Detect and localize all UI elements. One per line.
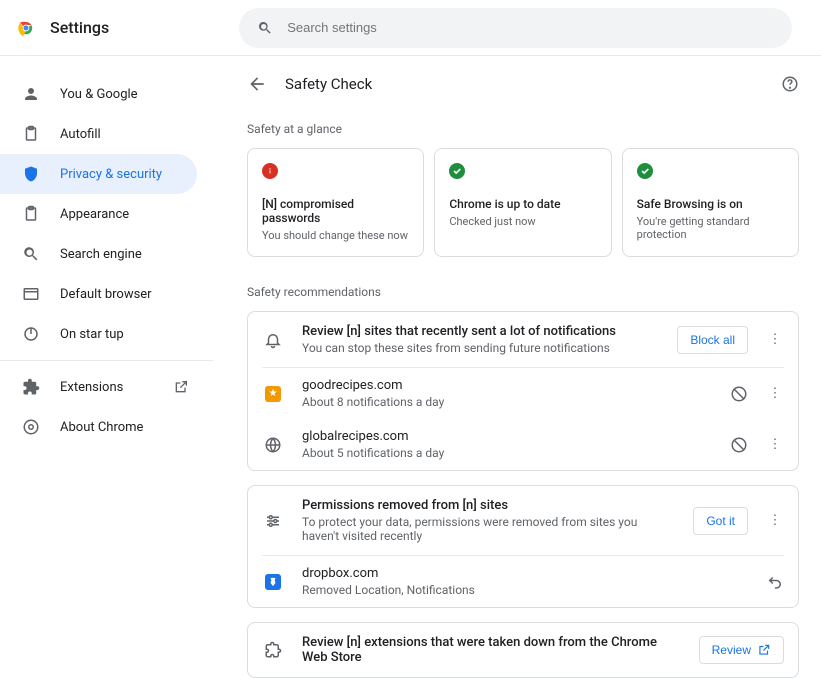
sidebar-item-autofill[interactable]: Autofill xyxy=(0,114,197,154)
card-title: [N] compromised passwords xyxy=(262,197,409,225)
site-detail: Removed Location, Notifications xyxy=(302,583,748,597)
chrome-logo-icon xyxy=(16,18,36,38)
sidebar-item-label: Appearance xyxy=(60,207,129,222)
block-all-button[interactable]: Block all xyxy=(677,326,748,354)
back-arrow-icon[interactable] xyxy=(247,74,267,94)
sidebar-item-default-browser[interactable]: Default browser xyxy=(0,274,197,314)
card-title: Chrome is up to date xyxy=(449,197,596,211)
glance-card-passwords[interactable]: [N] compromised passwords You should cha… xyxy=(247,148,424,257)
chrome-outline-icon xyxy=(22,418,40,436)
rec-title: Review [n] sites that recently sent a lo… xyxy=(302,324,659,339)
more-menu-icon[interactable]: ⋮ xyxy=(766,513,784,528)
card-subtitle: Checked just now xyxy=(449,215,596,228)
site-name: globalrecipes.com xyxy=(302,429,712,444)
sidebar-item-label: Default browser xyxy=(60,287,152,302)
section-label-recs: Safety recommendations xyxy=(247,285,799,299)
card-subtitle: You should change these now xyxy=(262,229,409,242)
help-icon[interactable] xyxy=(781,75,799,93)
more-menu-icon[interactable]: ⋮ xyxy=(766,332,784,347)
app-title: Settings xyxy=(50,18,109,37)
undo-icon[interactable] xyxy=(766,573,784,591)
info-badge-icon xyxy=(262,163,278,179)
clipboard-icon xyxy=(22,205,40,223)
button-label: Review xyxy=(712,643,751,657)
rec-subtitle: To protect your data, permissions were r… xyxy=(302,515,675,543)
rec-title: Permissions removed from [n] sites xyxy=(302,498,675,513)
sidebar-item-search-engine[interactable]: Search engine xyxy=(0,234,197,274)
open-in-new-icon xyxy=(173,379,189,395)
sidebar-item-label: Search engine xyxy=(60,247,142,262)
check-badge-icon xyxy=(449,163,465,179)
globe-icon xyxy=(262,436,284,454)
site-name: dropbox.com xyxy=(302,566,748,581)
check-badge-icon xyxy=(637,163,653,179)
sidebar-item-label: Autofill xyxy=(60,127,101,142)
search-icon xyxy=(22,245,40,263)
glance-card-safe-browsing[interactable]: Safe Browsing is on You're getting stand… xyxy=(622,148,799,257)
sidebar-item-you-and-google[interactable]: You & Google xyxy=(0,74,197,114)
more-menu-icon[interactable]: ⋮ xyxy=(766,386,784,401)
search-bar[interactable] xyxy=(239,8,792,48)
tune-icon xyxy=(262,512,284,530)
extension-outline-icon xyxy=(262,641,284,659)
open-in-new-icon xyxy=(757,643,771,657)
site-favicon-icon xyxy=(265,574,281,590)
more-menu-icon[interactable]: ⋮ xyxy=(766,437,784,452)
rec-panel-permissions: Permissions removed from [n] sites To pr… xyxy=(247,485,799,608)
section-label-glance: Safety at a glance xyxy=(247,122,799,136)
site-favicon-icon: ★ xyxy=(265,386,281,402)
site-detail: About 5 notifications a day xyxy=(302,446,712,460)
sidebar-item-privacy-security[interactable]: Privacy & security xyxy=(0,154,197,194)
block-icon[interactable] xyxy=(730,385,748,403)
card-title: Safe Browsing is on xyxy=(637,197,784,211)
browser-icon xyxy=(22,285,40,303)
got-it-button[interactable]: Got it xyxy=(693,507,748,535)
rec-title: Review [n] extensions that were taken do… xyxy=(302,635,681,665)
card-subtitle: You're getting standard protection xyxy=(637,215,784,241)
site-detail: About 8 notifications a day xyxy=(302,395,712,409)
search-input[interactable] xyxy=(287,20,774,35)
search-icon xyxy=(257,20,273,36)
rec-panel-notifications: Review [n] sites that recently sent a lo… xyxy=(247,311,799,471)
sidebar: You & Google Autofill Privacy & security… xyxy=(0,56,213,678)
glance-card-updates[interactable]: Chrome is up to date Checked just now xyxy=(434,148,611,257)
bell-icon xyxy=(262,331,284,349)
block-icon[interactable] xyxy=(730,436,748,454)
sidebar-item-label: On star tup xyxy=(60,327,124,342)
sidebar-item-label: About Chrome xyxy=(60,420,143,435)
sidebar-item-extensions[interactable]: Extensions xyxy=(0,367,197,407)
rec-panel-extensions: Review [n] extensions that were taken do… xyxy=(247,622,799,678)
power-icon xyxy=(22,325,40,343)
extension-icon xyxy=(22,378,40,396)
sidebar-item-label: You & Google xyxy=(60,87,138,102)
clipboard-icon xyxy=(22,125,40,143)
review-button[interactable]: Review xyxy=(699,636,784,664)
site-name: goodrecipes.com xyxy=(302,378,712,393)
rec-subtitle: You can stop these sites from sending fu… xyxy=(302,341,659,355)
page-title: Safety Check xyxy=(285,75,763,93)
sidebar-item-label: Privacy & security xyxy=(60,167,162,182)
shield-icon xyxy=(22,165,40,183)
sidebar-item-about-chrome[interactable]: About Chrome xyxy=(0,407,197,447)
sidebar-item-label: Extensions xyxy=(60,380,123,395)
sidebar-item-appearance[interactable]: Appearance xyxy=(0,194,197,234)
sidebar-item-on-startup[interactable]: On star tup xyxy=(0,314,197,354)
person-icon xyxy=(22,85,40,103)
